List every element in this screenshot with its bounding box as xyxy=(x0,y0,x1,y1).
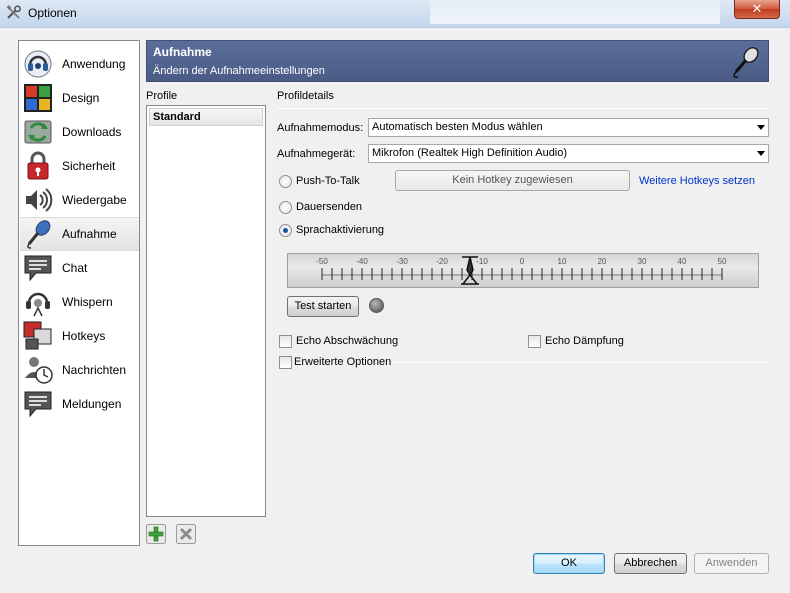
sidebar-item-label: Design xyxy=(62,91,100,105)
slider-tick-label: -30 xyxy=(396,257,408,266)
sidebar-item-label: Hotkeys xyxy=(62,329,106,343)
tools-icon xyxy=(6,5,21,19)
recording-mode-label: Aufnahmemodus: xyxy=(277,122,364,134)
window-title: Optionen xyxy=(28,6,77,20)
downloads-icon xyxy=(24,120,52,144)
chevron-down-icon xyxy=(757,151,765,156)
recording-device-label: Aufnahmegerät: xyxy=(277,148,356,160)
sidebar-item-label: Anwendung xyxy=(62,57,126,71)
list-item[interactable]: Standard xyxy=(149,108,263,126)
sidebar-item-label: Nachrichten xyxy=(62,363,127,377)
voice-activation-radio[interactable] xyxy=(279,224,292,237)
sidebar-item-label: Sicherheit xyxy=(62,159,116,173)
sidebar-item-chat[interactable]: Chat xyxy=(20,251,139,285)
design-palette-icon xyxy=(24,84,52,112)
continuous-transmission-radio[interactable] xyxy=(279,201,292,214)
title-bar: Optionen ✕ xyxy=(0,0,790,28)
slider-tick-label: -50 xyxy=(316,257,328,266)
sidebar-item-label: Meldungen xyxy=(62,397,122,411)
voice-activation-label: Sprachaktivierung xyxy=(296,224,385,236)
page-subtitle: Ändern der Aufnahmeeinstellungen xyxy=(153,65,325,77)
sidebar-item-label: Chat xyxy=(62,261,88,275)
microphone-icon xyxy=(733,47,759,78)
hotkeys-icon xyxy=(23,321,52,350)
slider-tick-label: 10 xyxy=(558,257,567,266)
advanced-options-label: Erweiterte Optionen xyxy=(294,356,392,368)
echo-cancellation-label: Echo Dämpfung xyxy=(545,335,624,347)
slider-scale: -50 -40 -30 -20 -10 0 10 20 30 40 50 xyxy=(316,256,727,285)
sidebar-item-hotkeys[interactable]: Hotkeys xyxy=(20,319,139,353)
test-start-button[interactable]: Test starten xyxy=(287,296,359,317)
voice-indicator-led xyxy=(369,298,384,313)
microphone-icon xyxy=(27,220,51,249)
slider-tick-label: 20 xyxy=(598,257,607,266)
recording-device-select[interactable]: Mikrofon (Realtek High Definition Audio) xyxy=(368,144,769,163)
chat-icon xyxy=(24,255,52,282)
chevron-down-icon xyxy=(757,125,765,130)
slider-tick-label: 50 xyxy=(718,257,727,266)
sidebar-item-label: Whispern xyxy=(62,295,113,309)
slider-tick-label: 40 xyxy=(678,257,687,266)
recording-device-value: Mikrofon (Realtek High Definition Audio) xyxy=(372,147,568,159)
sidebar-item-aufnahme[interactable]: Aufnahme xyxy=(20,217,139,251)
slider-tick-label: -20 xyxy=(436,257,448,266)
echo-reduction-label: Echo Abschwächung xyxy=(296,335,399,347)
close-button[interactable]: ✕ xyxy=(734,0,780,19)
slider-tick-label: 0 xyxy=(520,257,525,266)
page-header-banner: Aufnahme Ändern der Aufnahmeeinstellunge… xyxy=(146,40,769,82)
options-dialog: Anwendung Design Downloads Sicherheit Wi… xyxy=(0,28,790,593)
sidebar-item-label: Aufnahme xyxy=(62,227,117,241)
notifications-icon xyxy=(24,391,52,418)
assign-hotkey-button[interactable]: Kein Hotkey zugewiesen xyxy=(395,170,630,191)
slider-tick-label: 30 xyxy=(638,257,647,266)
sidebar-item-label: Wiedergabe xyxy=(62,193,127,207)
voice-activation-level-slider[interactable]: -50 -40 -30 -20 -10 0 10 20 30 40 50 xyxy=(287,253,759,288)
push-to-talk-label: Push-To-Talk xyxy=(296,175,360,187)
recording-mode-value: Automatisch besten Modus wählen xyxy=(372,121,543,133)
divider xyxy=(394,362,769,363)
cancel-button[interactable]: Abbrechen xyxy=(614,553,687,574)
recording-mode-select[interactable]: Automatisch besten Modus wählen xyxy=(368,118,769,137)
sidebar-item-anwendung[interactable]: Anwendung xyxy=(20,47,139,81)
slider-tick-label: -40 xyxy=(356,257,368,266)
profile-list: Standard xyxy=(146,105,266,517)
background-window-ghost xyxy=(430,0,720,24)
apply-button[interactable]: Anwenden xyxy=(694,553,769,574)
sidebar-item-meldungen[interactable]: Meldungen xyxy=(20,387,139,421)
echo-reduction-checkbox[interactable] xyxy=(279,335,292,348)
speaker-icon xyxy=(26,188,53,212)
lock-icon xyxy=(27,151,49,180)
headset-icon xyxy=(26,292,50,317)
slider-tick-label: -10 xyxy=(476,257,488,266)
sidebar-item-downloads[interactable]: Downloads xyxy=(20,115,139,149)
more-hotkeys-link[interactable]: Weitere Hotkeys setzen xyxy=(639,175,755,187)
category-sidebar: Anwendung Design Downloads Sicherheit Wi… xyxy=(18,40,140,546)
sidebar-item-wiedergabe[interactable]: Wiedergabe xyxy=(20,183,139,217)
add-profile-icon[interactable] xyxy=(146,524,166,544)
ok-button[interactable]: OK xyxy=(533,553,605,574)
sidebar-item-whispern[interactable]: Whispern xyxy=(20,285,139,319)
sidebar-item-nachrichten[interactable]: Nachrichten xyxy=(20,353,139,387)
continuous-transmission-label: Dauersenden xyxy=(296,201,363,213)
echo-cancellation-checkbox[interactable] xyxy=(528,335,541,348)
push-to-talk-radio[interactable] xyxy=(279,175,292,188)
messages-icon xyxy=(25,357,53,384)
teamspeak-icon xyxy=(24,50,52,78)
sidebar-item-label: Downloads xyxy=(62,125,122,139)
sidebar-item-design[interactable]: Design xyxy=(20,81,139,115)
profile-details-header: Profildetails xyxy=(277,90,334,102)
sidebar-item-sicherheit[interactable]: Sicherheit xyxy=(20,149,139,183)
page-title: Aufnahme xyxy=(153,45,212,59)
divider xyxy=(277,108,769,109)
advanced-options-checkbox[interactable] xyxy=(279,356,292,369)
profiles-header: Profile xyxy=(146,90,178,102)
delete-profile-icon[interactable] xyxy=(176,524,196,544)
